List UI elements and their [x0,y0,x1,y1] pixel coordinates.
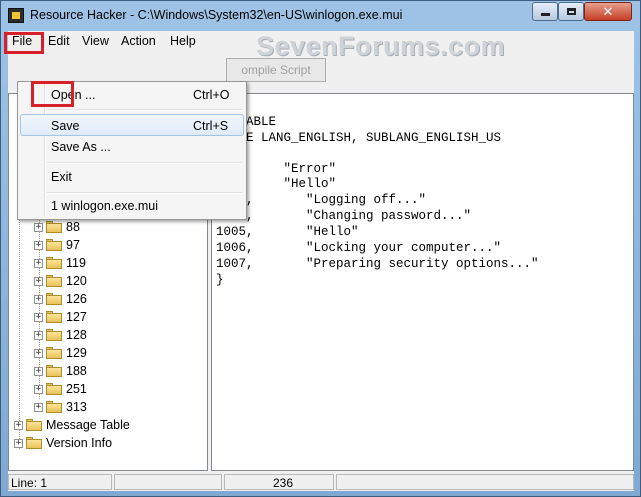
tree-item[interactable]: + 188 [34,362,87,380]
folder-icon [46,221,62,233]
menu-help[interactable]: Help [166,33,200,50]
code-line: 1006, "Locking your computer..." [216,241,502,255]
app-window: Resource Hacker - C:\Windows\System32\en… [0,0,641,497]
menu-separator [47,109,242,111]
menu-item-label: Save [51,119,80,133]
client-area: File Edit View Action Help ompile Script… [4,31,634,491]
tree-item-version-info[interactable]: + Version Info [14,434,112,452]
code-line: GUAGE LANG_ENGLISH, SUBLANG_ENGLISH_US [216,131,502,145]
tree-item[interactable]: + 120 [34,272,87,290]
expand-icon[interactable]: + [34,222,43,232]
folder-icon [26,437,42,449]
tree-item[interactable]: + 129 [34,344,87,362]
expand-icon[interactable]: + [14,420,23,430]
menu-item-save-as[interactable]: Save As ... [20,136,244,158]
tree-item-label: 120 [66,274,87,288]
folder-icon [46,365,62,377]
tree-item-label: 119 [66,256,86,270]
tree-item[interactable]: + 128 [34,326,87,344]
tree-item[interactable]: + 251 [34,380,87,398]
expand-icon[interactable]: + [34,240,43,250]
tree-item-label: Version Info [46,436,113,450]
menu-action[interactable]: Action [117,33,160,50]
menu-item-label: Exit [51,170,72,184]
expand-icon[interactable]: + [34,294,43,304]
minimize-icon [540,13,550,16]
folder-icon [46,239,62,251]
expand-icon[interactable]: + [34,348,43,358]
expand-icon[interactable]: + [34,276,43,286]
watermark-text: SevenForums.com [256,31,506,61]
menu-view[interactable]: View [78,33,113,50]
tree-item[interactable]: + 88 [34,218,80,236]
close-button[interactable]: ✕ [584,2,632,21]
tree-item-label: 126 [66,292,87,306]
menu-item-save[interactable]: Save Ctrl+S [20,114,244,136]
title-bar[interactable]: Resource Hacker - C:\Windows\System32\en… [1,1,640,31]
tree-item[interactable]: + 127 [34,308,87,326]
menu-separator [47,162,242,164]
menu-item-label: 1 winlogon.exe.mui [51,199,159,213]
maximize-icon [566,8,576,15]
expand-icon[interactable]: + [34,366,43,376]
menu-edit[interactable]: Edit [44,33,74,50]
status-bar: Line: 1 236 [8,472,634,491]
menu-item-shortcut: Ctrl+O [193,88,230,102]
tree-item[interactable]: + 313 [34,398,87,416]
expand-icon[interactable]: + [34,402,43,412]
expand-icon[interactable]: + [34,384,43,394]
menu-separator [47,192,242,194]
window-title: Resource Hacker - C:\Windows\System32\en… [30,8,403,22]
tree-item-label: 188 [66,364,87,378]
file-menu-highlight [4,32,44,54]
resource-hacker-icon [8,8,24,23]
status-line-number: Line: 1 [8,474,112,490]
folder-icon [46,347,62,359]
save-item-highlight [31,81,74,107]
code-line: 1007, "Preparing security options..." [216,257,539,271]
minimize-button[interactable] [532,2,558,21]
folder-icon [46,329,62,341]
code-line: } [216,273,224,287]
status-panel [114,474,222,490]
expand-icon[interactable]: + [14,438,23,448]
tree-item-label: 251 [66,382,87,396]
maximize-button[interactable] [558,2,584,21]
tree-item[interactable]: + 119 [34,254,86,272]
menu-item-shortcut: Ctrl+S [193,119,229,133]
status-char-count: 236 [224,474,334,490]
tree-item-message-table[interactable]: + Message Table [14,416,130,434]
folder-icon [46,257,62,269]
tree-item-label: 129 [66,346,87,360]
tree-item-label: 127 [66,310,87,324]
tree-item-label: 128 [66,328,87,342]
menu-item-label: Save As ... [51,140,111,154]
folder-icon [46,293,62,305]
code-line: 1003, "Logging off..." [216,193,427,207]
expand-icon[interactable]: + [34,312,43,322]
folder-icon [46,311,62,323]
status-panel [336,474,634,490]
menu-item-exit[interactable]: Exit [20,166,244,188]
tree-item[interactable]: + 97 [34,236,80,254]
tree-item-label: 313 [66,400,87,414]
close-icon: ✕ [602,3,614,19]
code-line: 1005, "Hello" [216,225,359,239]
code-line: 1004, "Changing password..." [216,209,472,223]
tree-item-label: 88 [66,220,80,234]
folder-icon [46,383,62,395]
expand-icon[interactable]: + [34,330,43,340]
expand-icon[interactable]: + [34,258,43,268]
folder-icon [46,401,62,413]
folder-icon [26,419,42,431]
tree-item-label: Message Table [46,418,130,432]
tree-item[interactable]: + 126 [34,290,87,308]
script-editor[interactable]: INGTABLE GUAGE LANG_ENGLISH, SUBLANG_ENG… [211,93,634,471]
tree-item-label: 97 [66,238,80,252]
folder-icon [46,275,62,287]
menu-item-recent-file[interactable]: 1 winlogon.exe.mui [20,195,244,217]
